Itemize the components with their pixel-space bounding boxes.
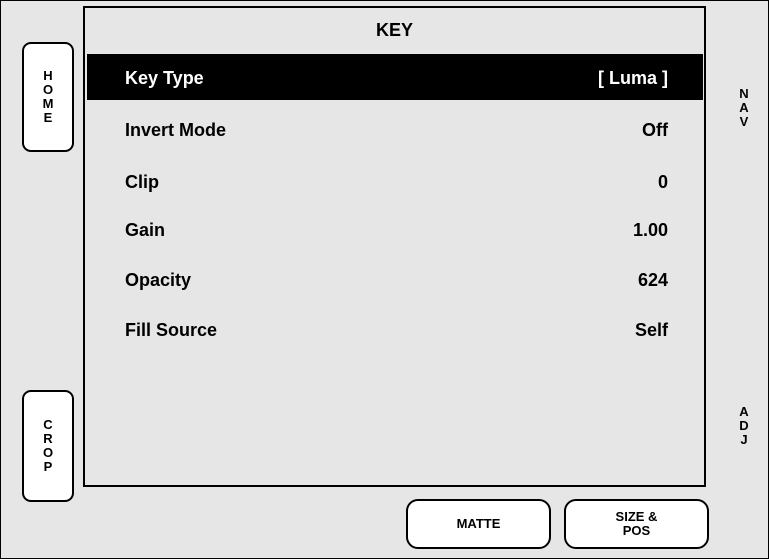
nav-softkey-label[interactable]: N A V bbox=[737, 87, 751, 129]
adj-letter: D bbox=[739, 418, 749, 433]
crop-letter: O bbox=[42, 445, 54, 460]
menu-row-value: Self bbox=[634, 320, 668, 340]
matte-button[interactable]: MATTE bbox=[406, 499, 551, 549]
menu-row-label: Clip bbox=[125, 172, 159, 192]
menu-row-clip[interactable]: Clip 0 bbox=[87, 158, 703, 204]
menu-row-label: Fill Source bbox=[125, 320, 218, 340]
menu-row-opacity[interactable]: Opacity 624 bbox=[87, 256, 703, 302]
size-pos-button-label-line1: SIZE & bbox=[615, 509, 658, 524]
menu-row-gain[interactable]: Gain 1.00 bbox=[87, 206, 703, 252]
crop-button[interactable]: C R O P bbox=[22, 390, 74, 502]
crop-letter: C bbox=[43, 417, 53, 432]
menu-row-value: Off bbox=[642, 120, 668, 140]
adj-letter: J bbox=[740, 432, 748, 447]
menu-row-label: Key Type bbox=[125, 68, 204, 88]
menu-row-value: [ Luma ] bbox=[598, 68, 668, 88]
home-button[interactable]: H O M E bbox=[22, 42, 74, 152]
crop-letter: P bbox=[43, 459, 53, 474]
menu-row-label: Invert Mode bbox=[125, 120, 227, 140]
menu-row-label: Opacity bbox=[125, 270, 192, 290]
nav-letter: A bbox=[739, 100, 749, 115]
nav-letter: V bbox=[739, 114, 749, 129]
size-pos-button[interactable]: SIZE & POS bbox=[564, 499, 709, 549]
adj-letter: A bbox=[739, 404, 749, 419]
home-letter: O bbox=[42, 82, 54, 97]
panel-title: KEY bbox=[375, 20, 413, 40]
matte-button-label: MATTE bbox=[456, 516, 501, 531]
menu-row-invert-mode[interactable]: Invert Mode Off bbox=[87, 106, 703, 152]
nav-letter: N bbox=[739, 86, 749, 101]
menu-row-key-type[interactable]: Key Type [ Luma ] bbox=[87, 54, 703, 100]
key-menu-panel: KEY Key Type [ Luma ] Invert Mode Off Cl… bbox=[83, 6, 706, 487]
adj-softkey-label[interactable]: A D J bbox=[737, 405, 751, 447]
menu-row-value: 624 bbox=[637, 270, 668, 290]
crop-letter: R bbox=[43, 431, 53, 446]
home-letter: M bbox=[42, 96, 54, 111]
screen-frame: H O M E C R O P KEY Key Type [ Luma ] In… bbox=[0, 0, 769, 559]
menu-row-value: 0 bbox=[657, 172, 668, 192]
menu-row-label: Gain bbox=[125, 220, 166, 240]
menu-row-fill-source[interactable]: Fill Source Self bbox=[87, 306, 703, 352]
size-pos-button-label-line2: POS bbox=[622, 523, 651, 538]
menu-row-value: 1.00 bbox=[632, 220, 668, 240]
home-letter: E bbox=[43, 110, 53, 125]
home-letter: H bbox=[43, 68, 53, 83]
